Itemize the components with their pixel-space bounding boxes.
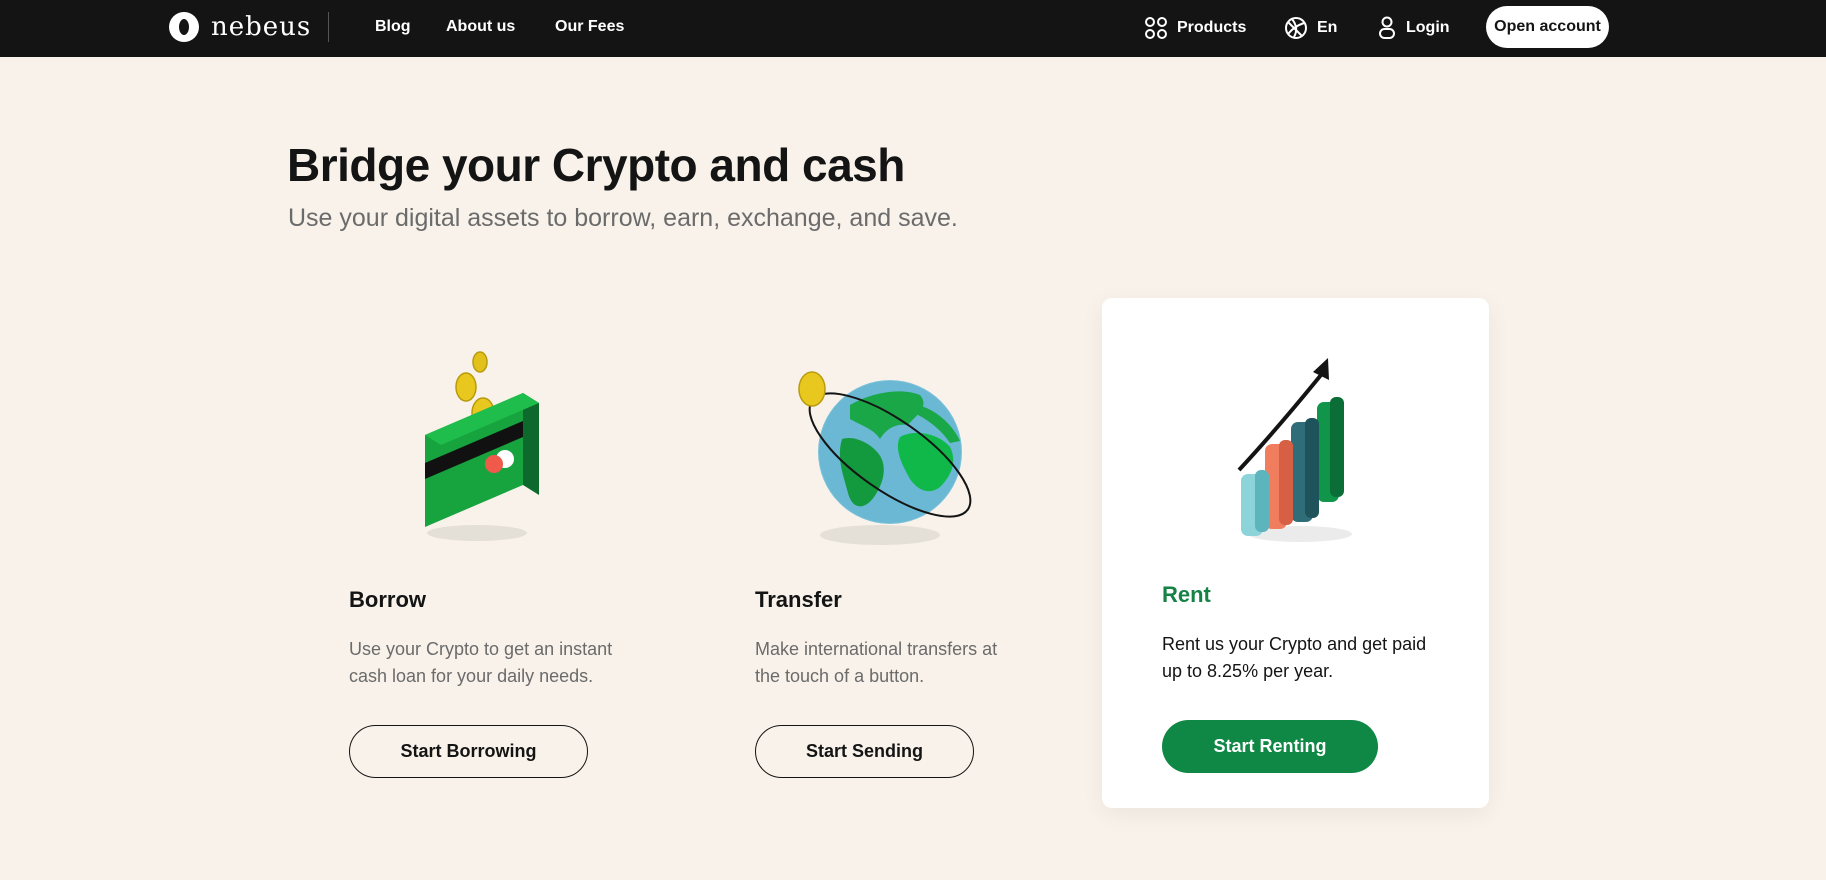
login-link[interactable]: Login (1377, 14, 1450, 42)
page-title: Bridge your Crypto and cash (287, 139, 905, 191)
wallet-coins-icon (405, 345, 555, 550)
language-label: En (1317, 19, 1338, 36)
growth-chart-icon (1225, 352, 1375, 552)
products-menu[interactable]: Products (1144, 14, 1246, 42)
top-navbar: nebeus Blog About us Our Fees Products E… (0, 0, 1826, 57)
transfer-description-line2: the touch of a button. (755, 666, 925, 686)
transfer-description-line1: Make international transfers at (755, 639, 998, 659)
borrow-description-line1: Use your Crypto to get an instant (349, 639, 613, 659)
rent-description-line2: up to 8.25% per year. (1162, 661, 1334, 681)
open-account-button[interactable]: Open account (1486, 6, 1609, 48)
logo-mark-icon (169, 12, 199, 42)
borrow-description-line2: cash loan for your daily needs. (349, 666, 594, 686)
nav-link-blog[interactable]: Blog (375, 18, 411, 36)
user-icon (1379, 16, 1395, 39)
language-selector[interactable]: En (1284, 14, 1337, 42)
start-sending-button[interactable]: Start Sending (755, 725, 974, 778)
login-label: Login (1406, 19, 1450, 36)
products-label: Products (1177, 19, 1247, 36)
logo-text: nebeus (211, 12, 312, 42)
start-borrowing-button[interactable]: Start Borrowing (349, 725, 588, 778)
nav-divider (328, 12, 329, 42)
nebeus-logo[interactable]: nebeus (169, 11, 311, 43)
page-subtitle: Use your digital assets to borrow, earn,… (288, 204, 958, 232)
products-grid-icon (1145, 17, 1167, 39)
borrow-title: Borrow (349, 587, 426, 612)
globe-language-icon (1285, 17, 1307, 39)
nav-link-about-us[interactable]: About us (446, 18, 515, 36)
start-renting-button[interactable]: Start Renting (1162, 720, 1378, 773)
globe-icon (790, 365, 980, 555)
rent-description-line1: Rent us your Crypto and get paid (1162, 634, 1427, 654)
transfer-title: Transfer (755, 587, 842, 612)
rent-title: Rent (1162, 582, 1211, 607)
nav-link-our-fees[interactable]: Our Fees (555, 18, 624, 36)
